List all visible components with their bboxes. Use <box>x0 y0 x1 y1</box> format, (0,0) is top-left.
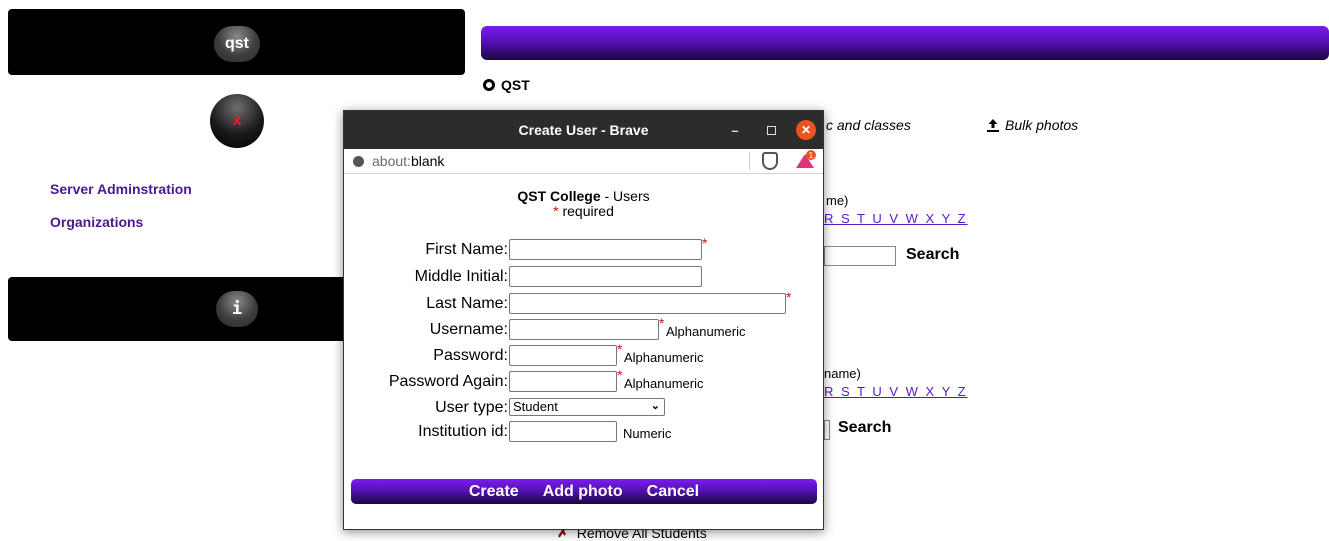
topics-and-classes-link[interactable]: c and classes <box>826 117 911 133</box>
password-required-star: * <box>617 341 623 357</box>
window-titlebar[interactable]: Create User - Brave – ✕ <box>344 111 823 149</box>
site-info-icon[interactable] <box>353 155 364 167</box>
required-note: required <box>558 203 614 219</box>
info-icon[interactable]: i <box>216 291 258 327</box>
user-type-label: User type: <box>435 399 508 416</box>
divider <box>749 152 750 170</box>
upload-icon <box>987 119 999 132</box>
notification-badge: 1 <box>806 150 816 160</box>
header-bar <box>481 26 1329 60</box>
bulk-photos-link[interactable]: Bulk photos <box>985 117 1078 133</box>
section2-alphabet-links[interactable]: R S T U V W X Y Z <box>824 384 968 399</box>
first-name-label: First Name: <box>425 241 508 258</box>
institution-id-input[interactable] <box>509 421 617 442</box>
address-bar[interactable]: about:blank 1 <box>344 149 823 174</box>
add-photo-button[interactable]: Add photo <box>543 483 623 501</box>
middle-initial-label: Middle Initial: <box>414 268 508 285</box>
first-name-required-star: * <box>702 235 708 251</box>
last-name-input[interactable] <box>509 293 786 314</box>
org-name: QST College <box>517 188 601 204</box>
org-suffix: - Users <box>600 188 650 204</box>
qst-home-button[interactable]: qst <box>214 26 260 62</box>
middle-initial-input[interactable] <box>509 266 702 287</box>
section1-search-button[interactable]: Search <box>906 246 959 264</box>
first-name-row: First Name: * <box>344 235 823 261</box>
window-title: Create User - Brave <box>518 122 649 138</box>
form-header: QST College - Users * required <box>344 189 823 219</box>
minimize-icon[interactable]: – <box>726 111 744 149</box>
chevron-down-icon: ⌄ <box>650 400 660 412</box>
url-text[interactable]: about:blank <box>372 153 444 169</box>
password-input[interactable] <box>509 345 617 366</box>
radio-icon[interactable] <box>483 79 495 91</box>
server-administration-link[interactable]: Server Adminstration <box>50 181 192 197</box>
institution-id-hint: Numeric <box>623 426 672 441</box>
first-name-input[interactable] <box>509 239 702 260</box>
institution-id-row: Institution id: Numeric <box>344 421 823 443</box>
username-row: Username: * Alphanumeric <box>344 315 823 341</box>
user-type-selected: Student <box>513 399 558 414</box>
section1-alphabet-links[interactable]: R S T U V W X Y Z <box>824 211 968 226</box>
last-name-label: Last Name: <box>426 295 508 312</box>
username-label: Username: <box>429 321 508 338</box>
section2-search-input[interactable] <box>824 420 830 440</box>
section1-search-input[interactable] <box>824 246 896 266</box>
last-name-row: Last Name: * <box>344 289 823 315</box>
username-required-star: * <box>659 315 665 331</box>
brave-shield-icon[interactable] <box>762 152 778 170</box>
password-label: Password: <box>433 347 508 364</box>
qst-radio-row[interactable]: QST <box>483 77 530 93</box>
password-again-required-star: * <box>617 367 623 383</box>
cancel-button[interactable]: Cancel <box>647 483 699 501</box>
section1-hint: me) <box>826 193 849 208</box>
bulk-photos-label: Bulk photos <box>1005 117 1079 133</box>
password-row: Password: * Alphanumeric <box>344 341 823 367</box>
create-button[interactable]: Create <box>469 483 519 501</box>
password-again-label: Password Again: <box>388 373 508 390</box>
last-name-required-star: * <box>786 289 792 305</box>
middle-initial-row: Middle Initial: <box>344 266 823 288</box>
window-close-icon[interactable]: ✕ <box>796 120 816 140</box>
create-user-popup: Create User - Brave – ✕ about:blank 1 QS… <box>343 110 824 530</box>
username-input[interactable] <box>509 319 659 340</box>
organizations-link[interactable]: Organizations <box>50 214 143 230</box>
password-again-hint: Alphanumeric <box>624 376 704 391</box>
user-type-row: User type: Student ⌄ <box>344 397 823 419</box>
institution-id-label: Institution id: <box>418 423 508 440</box>
section2-search-button[interactable]: Search <box>838 419 891 437</box>
form-action-bar: Create Add photo Cancel <box>351 479 817 504</box>
password-again-row: Password Again: * Alphanumeric <box>344 367 823 393</box>
username-hint: Alphanumeric <box>666 324 746 339</box>
section2-hint: name) <box>824 366 861 381</box>
password-again-input[interactable] <box>509 371 617 392</box>
maximize-icon[interactable] <box>762 111 780 149</box>
radio-label: QST <box>501 77 530 93</box>
user-type-select[interactable]: Student ⌄ <box>509 398 665 416</box>
close-x-button[interactable]: x <box>210 94 264 148</box>
password-hint: Alphanumeric <box>624 350 704 365</box>
